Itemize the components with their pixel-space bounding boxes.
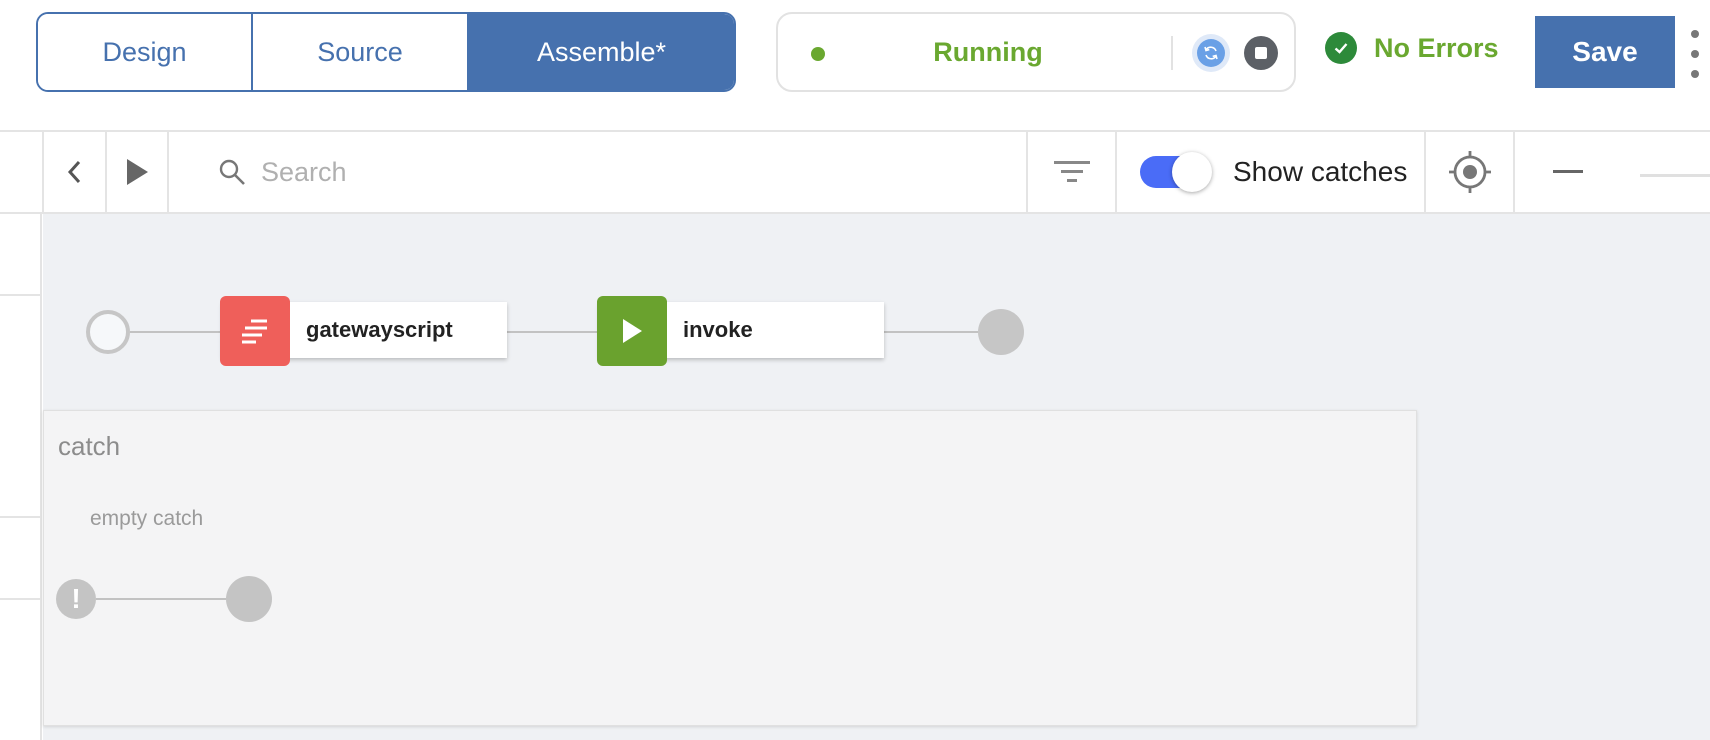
filter-button[interactable] (1026, 132, 1115, 212)
tab-source[interactable]: Source (253, 14, 469, 90)
search-input[interactable] (261, 156, 961, 188)
gatewayscript-icon (220, 296, 290, 366)
validation-text: No Errors (1374, 32, 1499, 63)
show-catches-toggle[interactable] (1140, 152, 1212, 192)
show-catches-control: Show catches (1115, 132, 1424, 212)
zoom-out-button[interactable] (1513, 132, 1623, 212)
center-view-button[interactable] (1424, 132, 1513, 212)
palette-collapsed-strip (0, 214, 42, 740)
chevron-left-icon (67, 160, 80, 184)
status-divider (1171, 36, 1173, 70)
stop-button[interactable] (1244, 36, 1278, 70)
assemble-editor: Design Source Assemble* Running No Error… (0, 0, 1710, 740)
more-options-icon[interactable] (1688, 30, 1702, 78)
flow-start-node (86, 310, 130, 354)
error-icon: ! (56, 579, 96, 619)
validation-status[interactable]: No Errors (1325, 28, 1499, 68)
catch-panel[interactable]: catch empty catch ! (43, 410, 1417, 726)
play-icon (597, 296, 667, 366)
minus-icon (1553, 170, 1583, 173)
flow-connector (130, 331, 222, 333)
test-run-button[interactable] (105, 132, 167, 212)
save-button[interactable]: Save (1535, 16, 1675, 88)
filter-icon (1053, 161, 1090, 182)
show-catches-label: Show catches (1233, 156, 1408, 187)
policy-label: invoke (683, 317, 753, 342)
catch-title: catch (58, 431, 121, 461)
search-icon (219, 159, 245, 185)
flow-end-node (978, 309, 1024, 355)
check-circle-icon (1325, 32, 1357, 64)
zoom-slider[interactable] (1640, 174, 1710, 177)
canvas-toolbar: Show catches (0, 132, 1710, 214)
refresh-icon (1197, 39, 1225, 67)
policy-label: gatewayscript (306, 317, 453, 342)
status-indicator-dot (811, 47, 825, 61)
play-icon (127, 159, 148, 185)
gateway-status-panel: Running (776, 12, 1296, 92)
flow-connector (884, 331, 978, 333)
stop-icon (1255, 47, 1267, 59)
flow-connector (507, 331, 599, 333)
policy-gatewayscript[interactable]: gatewayscript (220, 296, 507, 366)
target-icon (1448, 151, 1491, 193)
tab-design[interactable]: Design (38, 14, 253, 90)
collapse-palette-button[interactable] (42, 132, 105, 212)
policy-invoke[interactable]: invoke (597, 296, 884, 366)
view-tabs: Design Source Assemble* (36, 12, 736, 92)
empty-catch-label: empty catch (90, 507, 204, 530)
catch-connector (96, 598, 226, 600)
status-text: Running (933, 37, 1043, 67)
catch-end-node (226, 576, 272, 622)
refresh-button[interactable] (1192, 34, 1230, 72)
search-bar (167, 132, 1026, 212)
tab-assemble[interactable]: Assemble* (469, 14, 734, 90)
